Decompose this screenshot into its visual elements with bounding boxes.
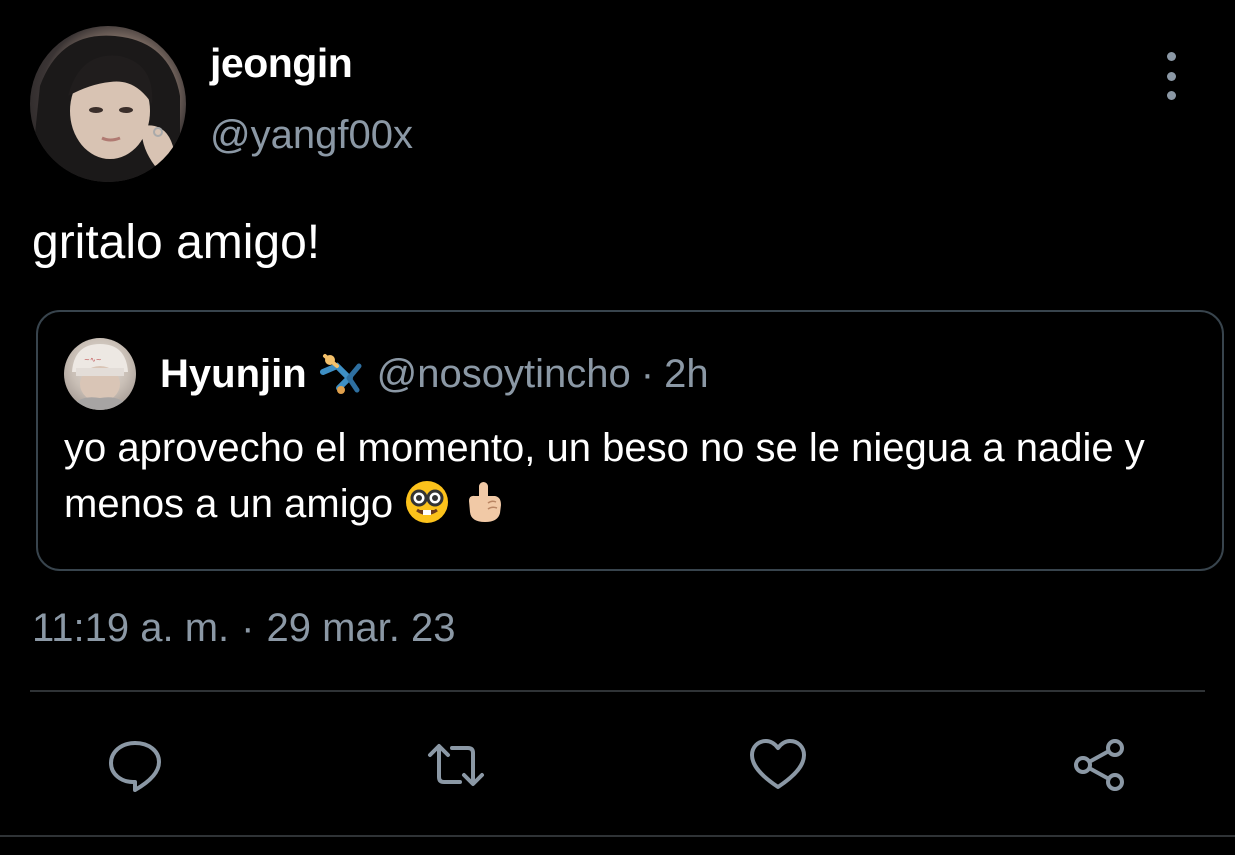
heart-icon [750,739,806,789]
timestamp-date: 29 mar. 23 [266,606,456,650]
author-avatar[interactable] [30,26,186,182]
actions-divider [30,690,1205,692]
quoted-author-display-name[interactable]: Hyunjin [160,352,307,397]
timestamp-time: 11:19 a. m. [32,606,230,650]
timestamp-separator: · [241,606,255,650]
cartwheel-person-emoji [319,354,362,394]
quoted-tweet-text: yo aprovecho el momento, un beso no se l… [64,420,1194,532]
index-pointing-up-emoji [469,482,502,522]
share-icon [1074,739,1124,791]
tweet-text: gritalo amigo! [32,216,321,269]
nerd-face-emoji [406,481,449,523]
author-display-name[interactable]: jeongin [210,40,353,87]
reply-icon [109,741,161,792]
retweet-button[interactable] [426,735,486,795]
retweet-icon [428,744,484,786]
header-separator: · [640,351,655,396]
quoted-tweet-card[interactable]: ~∿~ Hyunjin @nosoytincho · 2h yo aprovec… [36,310,1224,571]
avatar-photo [30,35,180,182]
quoted-tweet-body: yo aprovecho el momento, un beso no se l… [64,426,1145,526]
more-dot-icon [1166,91,1176,100]
share-button[interactable] [1070,735,1130,795]
more-dot-icon [1166,52,1176,61]
quoted-author-avatar[interactable]: ~∿~ [64,338,136,410]
quoted-avatar-photo: ~∿~ [70,344,130,410]
author-handle[interactable]: @yangf00x [210,113,413,158]
quoted-tweet-time[interactable]: 2h [664,352,709,397]
more-options-button[interactable] [1157,52,1185,100]
tweet-timestamp[interactable]: 11:19 a. m. · 29 mar. 23 [32,606,456,651]
more-dot-icon [1166,71,1176,81]
reply-button[interactable] [105,735,165,795]
bottom-divider [0,835,1235,837]
like-button[interactable] [748,735,808,795]
quoted-author-handle[interactable]: @nosoytincho [377,352,631,397]
svg-text:~∿~: ~∿~ [84,356,102,364]
